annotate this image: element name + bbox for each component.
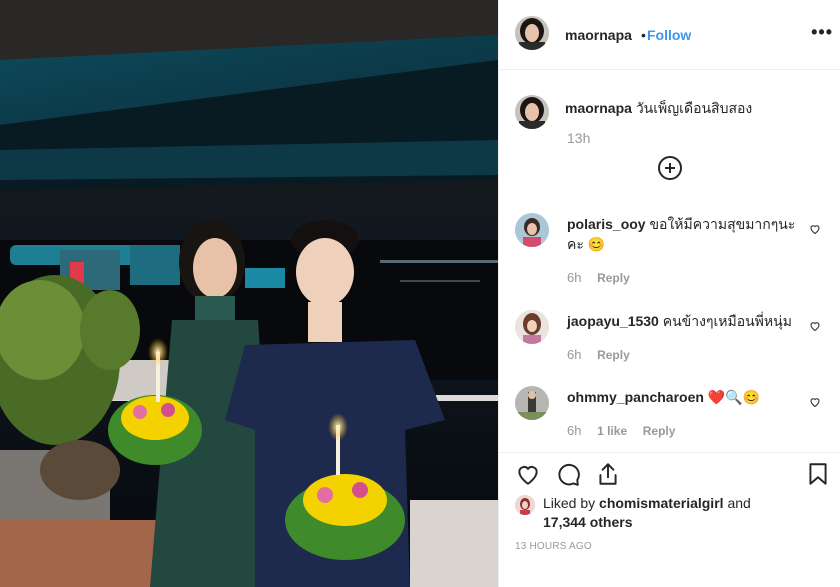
comment-heart-icon[interactable] — [809, 396, 821, 408]
reply-button[interactable]: Reply — [643, 424, 676, 438]
comment-heart-icon[interactable] — [809, 223, 821, 235]
comment-time: 6h — [567, 423, 582, 438]
action-bar — [499, 452, 840, 492]
post-header: maornapa • Follow ••• — [499, 0, 840, 70]
comment-body: ❤️🔍😊 — [707, 389, 761, 405]
comment-icon[interactable] — [555, 461, 581, 487]
comment-meta: 6h Reply — [567, 270, 642, 285]
post-time[interactable]: 13 HOURS AGO — [515, 541, 592, 552]
caption-text: วันเพ็ญเดือนสิบสอง — [635, 100, 753, 116]
comment-text: jaopayu_1530 คนข้างๆเหมือนพี่หนุ่ม — [567, 311, 807, 331]
more-icon[interactable]: ••• — [811, 22, 833, 43]
comment-text: ohmmy_pancharoen ❤️🔍😊 — [567, 387, 807, 407]
liked-by-user[interactable]: chomismaterialgirl — [599, 495, 724, 511]
comment-meta: 6h 1 like Reply — [567, 423, 687, 438]
reply-button[interactable]: Reply — [597, 348, 630, 362]
caption: maornapa วันเพ็ญเดือนสิบสอง — [565, 99, 825, 117]
separator-dot: • — [641, 27, 646, 43]
commenter-avatar[interactable] — [515, 213, 549, 247]
bookmark-icon[interactable] — [805, 461, 831, 487]
photo-illustration — [0, 0, 498, 587]
author-username[interactable]: maornapa — [565, 27, 632, 43]
comment-body: คนข้างๆเหมือนพี่หนุ่ม — [662, 313, 792, 329]
comment-username[interactable]: ohmmy_pancharoen — [567, 389, 704, 405]
commenter-avatar[interactable] — [515, 310, 549, 344]
comment-meta: 6h Reply — [567, 347, 642, 362]
caption-avatar[interactable] — [515, 95, 549, 129]
share-icon[interactable] — [595, 461, 621, 487]
comment-text: polaris_ooy ขอให้มีความสุขมากๆนะคะ 😊 — [567, 214, 807, 254]
reply-button[interactable]: Reply — [597, 271, 630, 285]
commenter-avatar[interactable] — [515, 386, 549, 420]
post-sidebar: maornapa • Follow ••• maornapa วันเพ็ญเด… — [498, 0, 840, 587]
comment-time: 6h — [567, 347, 582, 362]
liked-by-prefix: Liked by — [543, 495, 596, 511]
comment-time: 6h — [567, 270, 582, 285]
follow-button[interactable]: Follow — [647, 27, 691, 43]
comment-heart-icon[interactable] — [809, 320, 821, 332]
comment-likes[interactable]: 1 like — [597, 424, 627, 438]
caption-username[interactable]: maornapa — [565, 100, 632, 116]
comment-username[interactable]: polaris_ooy — [567, 216, 646, 232]
heart-icon[interactable] — [515, 461, 541, 487]
post-photo[interactable] — [0, 0, 498, 587]
plus-circle-icon[interactable] — [658, 156, 682, 180]
liked-by-and: and — [727, 495, 751, 511]
comment-username[interactable]: jaopayu_1530 — [567, 313, 659, 329]
instagram-post: maornapa • Follow ••• maornapa วันเพ็ญเด… — [0, 0, 840, 587]
author-avatar[interactable] — [515, 16, 549, 50]
liker-avatar[interactable] — [515, 495, 535, 515]
caption-time: 13h — [567, 130, 591, 146]
liked-by-others[interactable]: 17,344 others — [543, 514, 633, 530]
